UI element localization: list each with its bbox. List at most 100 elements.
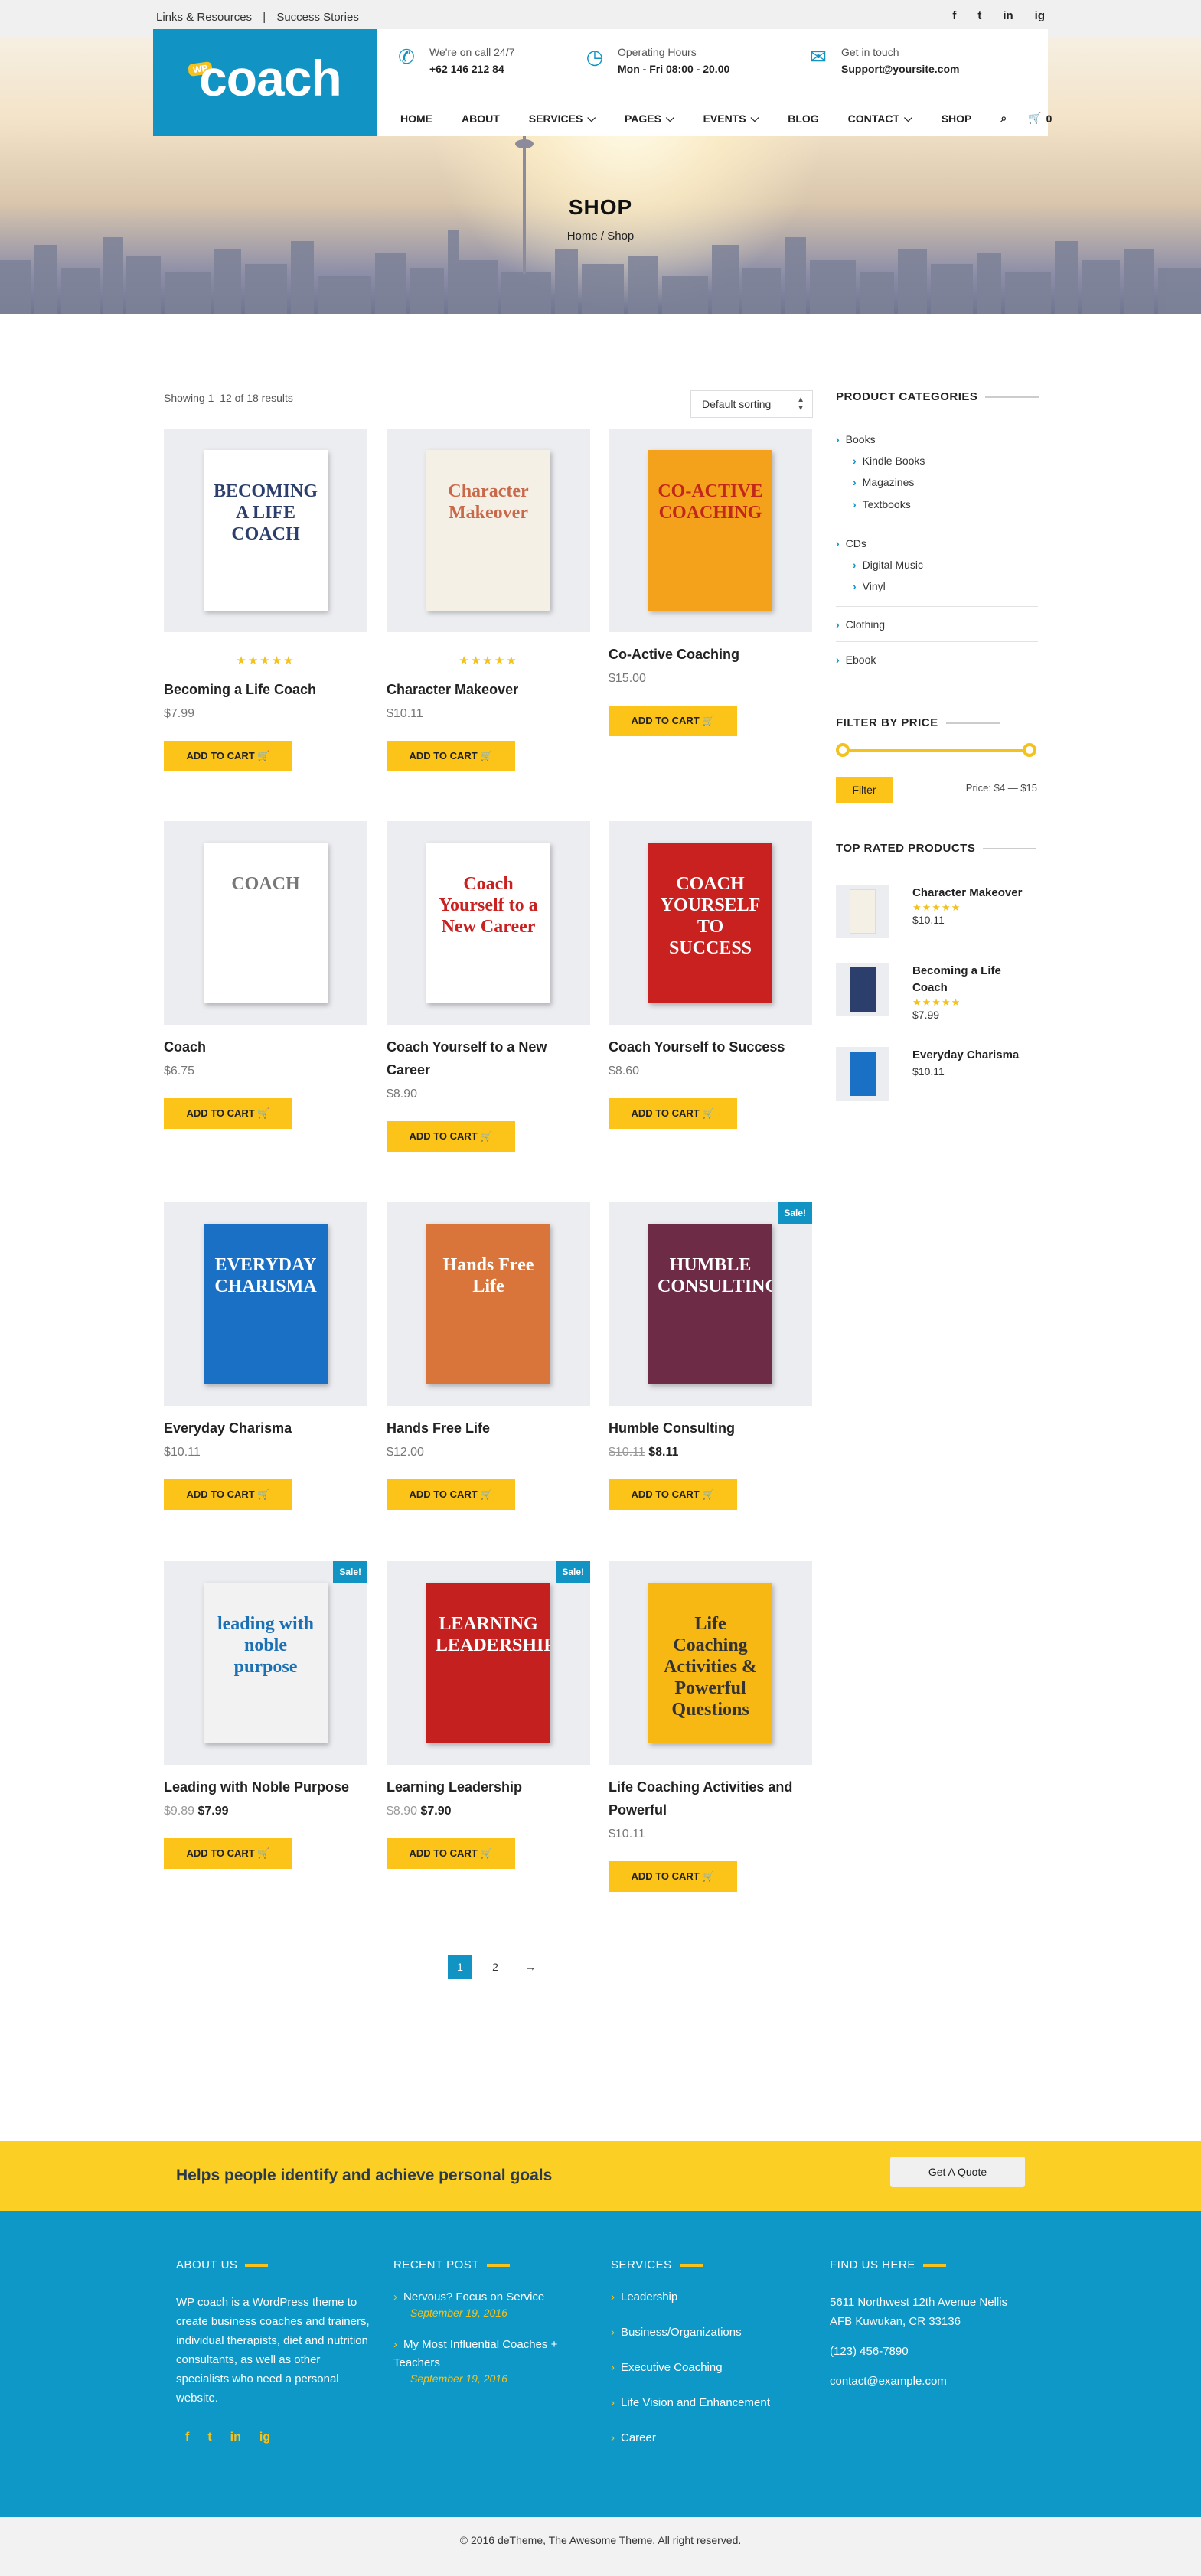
nav-home[interactable]: HOME [400, 112, 432, 125]
price-slider-max-handle[interactable] [1023, 743, 1036, 757]
nav-blog[interactable]: BLOG [788, 112, 818, 125]
add-to-cart-button[interactable]: ADD TO CART 🛒 [609, 1479, 737, 1510]
product-title[interactable]: Co-Active Coaching [609, 643, 812, 666]
product-title[interactable]: Humble Consulting [609, 1417, 812, 1440]
category-item[interactable]: › Kindle Books [853, 455, 925, 467]
twitter-icon[interactable]: t [207, 2431, 211, 2444]
product-title[interactable]: Life Coaching Activities and Powerful [609, 1775, 812, 1821]
service-link[interactable]: › Career [611, 2429, 810, 2447]
category-item[interactable]: › Ebook [836, 654, 876, 666]
top-rated-title[interactable]: Everyday Charisma [912, 1047, 1038, 1064]
breadcrumb[interactable]: Home / Shop [0, 230, 1201, 243]
product-title[interactable]: Everyday Charisma [164, 1417, 367, 1440]
product-card[interactable]: COACH Coach $6.75 ADD TO CART 🛒 [164, 821, 367, 1129]
add-to-cart-button[interactable]: ADD TO CART 🛒 [609, 1861, 737, 1892]
site-logo[interactable]: WP coach [153, 29, 377, 136]
info-value[interactable]: Support@yoursite.com [841, 63, 959, 75]
linkedin-icon[interactable]: in [1003, 9, 1013, 22]
search-icon[interactable]: ⌕ [1000, 112, 1007, 125]
category-item[interactable]: › Magazines [853, 476, 914, 488]
category-item[interactable]: › Textbooks [853, 498, 911, 510]
product-image[interactable]: Coach Yourself to a New Career [387, 821, 590, 1025]
product-image[interactable]: COACH YOURSELF TO SUCCESS [609, 821, 812, 1025]
instagram-icon[interactable]: ig [259, 2431, 270, 2444]
product-title[interactable]: Learning Leadership [387, 1775, 590, 1798]
product-image[interactable]: EVERYDAY CHARISMA [164, 1202, 367, 1406]
product-card[interactable]: HUMBLE CONSULTING Sale! Humble Consulting $… [609, 1202, 812, 1510]
product-card[interactable]: Life Coaching Activities & Powerful Ques… [609, 1561, 812, 1892]
product-card[interactable]: BECOMING A LIFE COACH ★★★★★ Becoming a Lif… [164, 429, 367, 771]
nav-shop[interactable]: SHOP [942, 112, 972, 125]
product-image[interactable]: LEARNING LEADERSHIP Sale! [387, 1561, 590, 1765]
product-image[interactable]: Character Makeover [387, 429, 590, 632]
top-link-success-stories[interactable]: Success Stories [276, 11, 359, 24]
top-link-resources[interactable]: Links & Resources [156, 11, 252, 24]
filter-button[interactable]: Filter [836, 777, 893, 803]
linkedin-icon[interactable]: in [230, 2431, 241, 2444]
top-rated-item[interactable]: Character Makeover ★★★★★ $10.11 [836, 885, 1038, 938]
add-to-cart-button[interactable]: ADD TO CART 🛒 [164, 1479, 292, 1510]
add-to-cart-button[interactable]: ADD TO CART 🛒 [164, 1098, 292, 1129]
sort-select[interactable]: Default sorting ▲ ▼ [690, 390, 813, 418]
add-to-cart-button[interactable]: ADD TO CART 🛒 [387, 1479, 515, 1510]
category-item[interactable]: › CDs [836, 537, 866, 549]
product-image[interactable]: Hands Free Life [387, 1202, 590, 1406]
page-2[interactable]: 2 [483, 1955, 507, 1979]
product-title[interactable]: Coach Yourself to a New Career [387, 1035, 590, 1081]
category-item[interactable]: › Vinyl [853, 580, 886, 592]
footer-email[interactable]: contact@example.com [830, 2372, 1029, 2391]
product-card[interactable]: CO-ACTIVE COACHING Co-Active Coaching $15.… [609, 429, 812, 736]
twitter-icon[interactable]: t [977, 9, 981, 22]
nav-about[interactable]: ABOUT [462, 112, 500, 125]
product-title[interactable]: Hands Free Life [387, 1417, 590, 1440]
nav-services[interactable]: SERVICES ⌵ [529, 112, 596, 125]
get-quote-button[interactable]: Get A Quote [890, 2157, 1025, 2187]
top-rated-title[interactable]: Character Makeover [912, 885, 1038, 902]
add-to-cart-button[interactable]: ADD TO CART 🛒 [164, 741, 292, 771]
next-page-icon[interactable]: → [518, 1955, 543, 1979]
product-image[interactable]: BECOMING A LIFE COACH [164, 429, 367, 632]
product-image[interactable]: Life Coaching Activities & Powerful Ques… [609, 1561, 812, 1765]
price-slider-min-handle[interactable] [836, 743, 850, 757]
product-card[interactable]: leading with noble purpose Sale! Leading w… [164, 1561, 367, 1869]
product-card[interactable]: EVERYDAY CHARISMA Everyday Charisma $10.11… [164, 1202, 367, 1510]
page-1[interactable]: 1 [448, 1955, 472, 1979]
nav-pages[interactable]: PAGES ⌵ [625, 112, 674, 125]
category-item[interactable]: › Clothing [836, 618, 885, 631]
nav-contact[interactable]: CONTACT ⌵ [848, 112, 912, 125]
add-to-cart-button[interactable]: ADD TO CART 🛒 [164, 1838, 292, 1869]
top-rated-item[interactable]: Everyday Charisma $10.11 [836, 1047, 1038, 1101]
recent-post-title[interactable]: Nervous? Focus on Service [403, 2291, 544, 2304]
service-link[interactable]: › Life Vision and Enhancement [611, 2394, 810, 2412]
add-to-cart-button[interactable]: ADD TO CART 🛒 [387, 1121, 515, 1152]
add-to-cart-button[interactable]: ADD TO CART 🛒 [387, 1838, 515, 1869]
category-item[interactable]: › Books [836, 433, 876, 445]
product-card[interactable]: COACH YOURSELF TO SUCCESS Coach Yourself … [609, 821, 812, 1129]
product-image[interactable]: COACH [164, 821, 367, 1025]
top-rated-item[interactable]: Becoming a Life Coach ★★★★★ $7.99 [836, 963, 1038, 1021]
service-link[interactable]: › Executive Coaching [611, 2359, 810, 2377]
product-title[interactable]: Leading with Noble Purpose [164, 1775, 367, 1798]
price-slider[interactable] [836, 743, 1036, 757]
add-to-cart-button[interactable]: ADD TO CART 🛒 [387, 741, 515, 771]
product-title[interactable]: Character Makeover [387, 678, 590, 701]
service-link[interactable]: › Leadership [611, 2288, 810, 2307]
add-to-cart-button[interactable]: ADD TO CART 🛒 [609, 1098, 737, 1129]
product-card[interactable]: LEARNING LEADERSHIP Sale! Learning Leaders… [387, 1561, 590, 1869]
category-item[interactable]: › Digital Music [853, 559, 923, 571]
recent-post-title[interactable]: My Most Influential Coaches + Teachers [393, 2338, 557, 2369]
facebook-icon[interactable]: f [185, 2431, 189, 2444]
add-to-cart-button[interactable]: ADD TO CART 🛒 [609, 706, 737, 736]
product-title[interactable]: Coach [164, 1035, 367, 1058]
product-title[interactable]: Coach Yourself to Success [609, 1035, 812, 1058]
recent-post[interactable]: › Nervous? Focus on Service [393, 2288, 592, 2307]
nav-events[interactable]: EVENTS ⌵ [703, 112, 759, 125]
product-card[interactable]: Hands Free Life Hands Free Life $12.00 ADD … [387, 1202, 590, 1510]
product-image[interactable]: leading with noble purpose Sale! [164, 1561, 367, 1765]
product-image[interactable]: HUMBLE CONSULTING Sale! [609, 1202, 812, 1406]
product-card[interactable]: Coach Yourself to a New Career Coach Your… [387, 821, 590, 1152]
facebook-icon[interactable]: f [952, 9, 956, 22]
product-image[interactable]: CO-ACTIVE COACHING [609, 429, 812, 632]
product-title[interactable]: Becoming a Life Coach [164, 678, 367, 701]
instagram-icon[interactable]: ig [1035, 9, 1045, 22]
